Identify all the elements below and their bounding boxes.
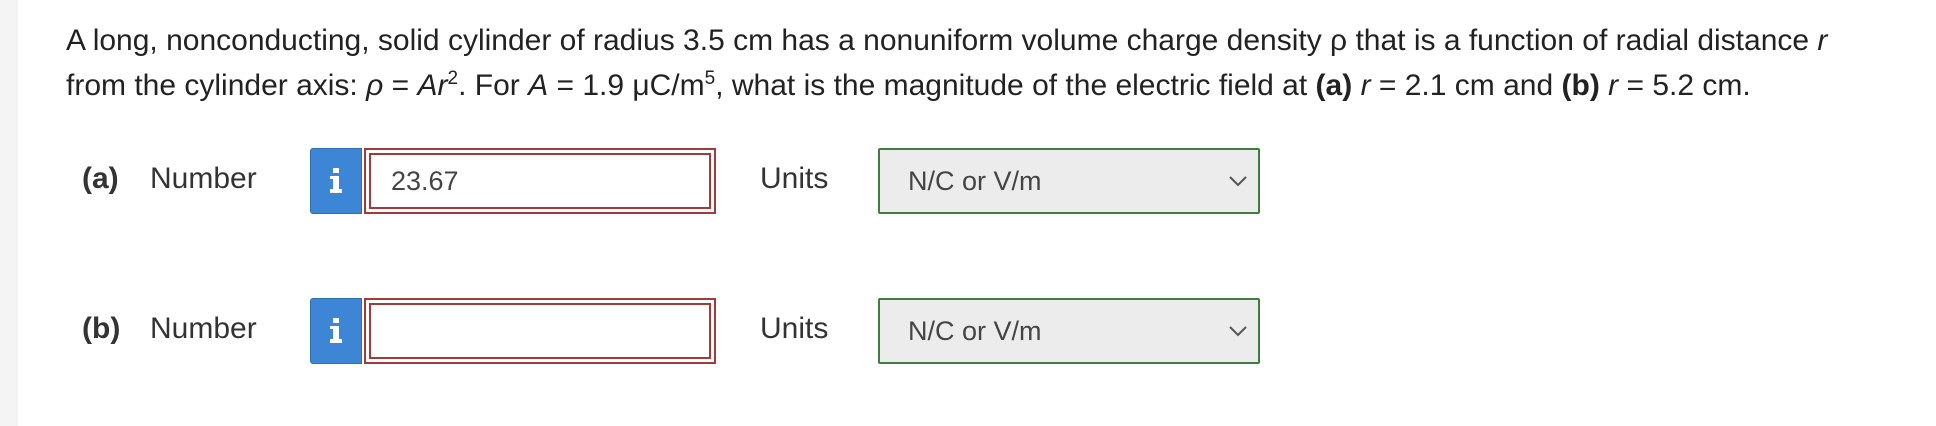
question-line2-start: from the cylinder axis: bbox=[66, 69, 367, 102]
units-label-b: Units bbox=[760, 312, 829, 345]
units-label-a: Units bbox=[760, 162, 829, 195]
info-button-a[interactable] bbox=[310, 148, 362, 214]
part-a-marker: (a) bbox=[1315, 69, 1353, 102]
value-a: = 2.1 cm and bbox=[1370, 69, 1562, 102]
units-select-value-a: N/C or V/m bbox=[908, 166, 1042, 196]
part-label-a: (a) bbox=[82, 162, 119, 195]
variable-r: r bbox=[1360, 69, 1371, 102]
variable-r: r bbox=[1608, 69, 1619, 102]
chevron-down-icon bbox=[1228, 324, 1248, 342]
number-input-frame-a bbox=[364, 148, 716, 214]
part-b-marker: (b) bbox=[1561, 69, 1600, 102]
A-value: = 1.9 μC/m bbox=[548, 69, 705, 102]
number-label-b: Number bbox=[150, 312, 257, 345]
variable-A: A bbox=[417, 69, 438, 102]
question-text-what: , what is the magnitude of the electric … bbox=[715, 69, 1316, 102]
question-text-for: . For bbox=[458, 69, 529, 102]
info-icon bbox=[330, 318, 342, 344]
number-input-a[interactable] bbox=[369, 153, 711, 209]
info-icon bbox=[330, 168, 342, 194]
exponent-2: 2 bbox=[447, 68, 459, 89]
answer-row-b: (b) Number Units N/C or V/m bbox=[18, 298, 1318, 368]
units-select-value-b: N/C or V/m bbox=[908, 316, 1042, 346]
exponent-5: 5 bbox=[704, 68, 716, 89]
variable-A: A bbox=[528, 69, 549, 102]
answer-row-a: (a) Number Units N/C or V/m bbox=[18, 148, 1318, 218]
variable-r: r bbox=[437, 69, 448, 102]
units-select-b[interactable]: N/C or V/m bbox=[878, 298, 1260, 364]
variable-rho: ρ bbox=[366, 69, 384, 102]
info-button-b[interactable] bbox=[310, 298, 362, 364]
equals-sign: = bbox=[383, 69, 418, 102]
chevron-down-icon bbox=[1228, 174, 1248, 192]
question-panel: A long, nonconducting, solid cylinder of… bbox=[18, 0, 1936, 426]
units-select-a[interactable]: N/C or V/m bbox=[878, 148, 1260, 214]
variable-r: r bbox=[1817, 24, 1828, 57]
part-label-b: (b) bbox=[82, 312, 121, 345]
question-text: A long, nonconducting, solid cylinder of… bbox=[66, 18, 1926, 108]
question-line1: A long, nonconducting, solid cylinder of… bbox=[66, 24, 1818, 57]
number-input-b[interactable] bbox=[369, 303, 711, 359]
value-b: = 5.2 cm. bbox=[1618, 69, 1751, 102]
number-input-frame-b bbox=[364, 298, 716, 364]
number-label-a: Number bbox=[150, 162, 257, 195]
